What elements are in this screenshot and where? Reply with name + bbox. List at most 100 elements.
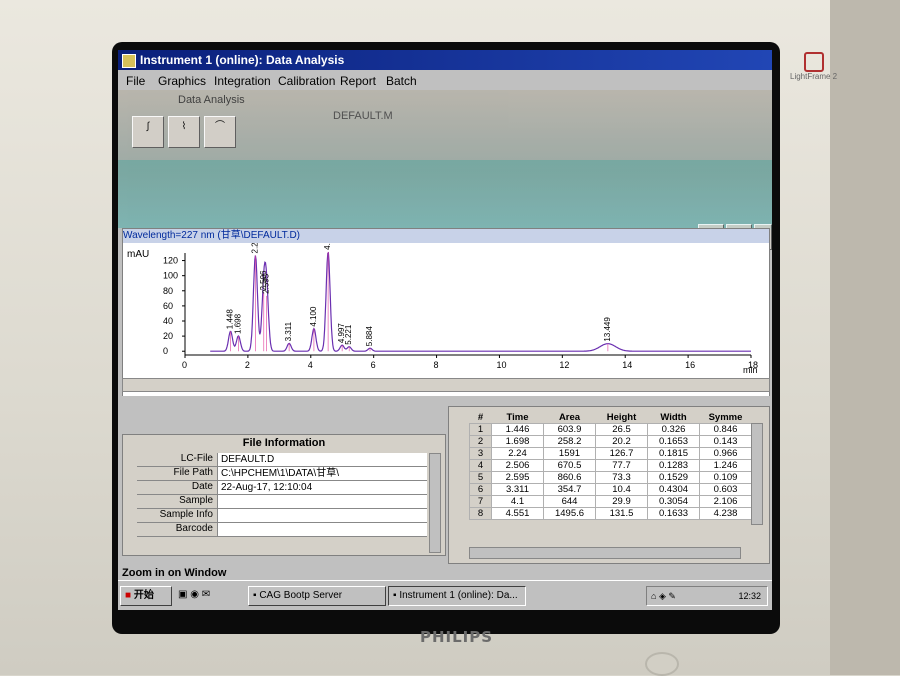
peak-table-row[interactable]: 5 2.595 860.6 73.3 0.1529 0.109 bbox=[469, 471, 752, 484]
menu-graphics[interactable]: Graphics bbox=[158, 74, 206, 88]
system-tray: ⌂ ◈ ✎ 12:32 bbox=[646, 586, 768, 606]
file-info-value[interactable] bbox=[217, 509, 427, 522]
peak-table-cell: 670.5 bbox=[543, 459, 596, 472]
peak-table-row[interactable]: 7 4.1 644 29.9 0.3054 2.106 bbox=[469, 495, 752, 508]
peak-table-panel: # Time Area Height Width Symme 1 1.446 603.9 26.… bbox=[448, 406, 770, 564]
peak-label: 2.240 bbox=[250, 243, 259, 253]
peak-table-cell: 1591 bbox=[543, 447, 596, 460]
power-button[interactable] bbox=[645, 652, 679, 676]
file-info-key: Sample Info bbox=[159, 509, 213, 520]
peak-table-cell: 4.551 bbox=[491, 507, 544, 520]
peak-table-row[interactable]: 8 4.551 1495.6 131.5 0.1633 4.238 bbox=[469, 507, 752, 520]
peak-table-row[interactable]: 4 2.506 670.5 77.7 0.1283 1.246 bbox=[469, 459, 752, 472]
peak-table-hscrollbar[interactable] bbox=[469, 547, 741, 559]
peak-table-cell: 4 bbox=[469, 459, 492, 472]
file-info-row: Sample Info bbox=[137, 509, 427, 523]
peak-table-cell: 0.143 bbox=[699, 435, 752, 448]
desktop-icon[interactable]: ▣ bbox=[178, 589, 187, 600]
y-axis-label: mAU bbox=[127, 249, 149, 260]
peak-table-cell: 0.1815 bbox=[647, 447, 700, 460]
status-text: Zoom in on Window bbox=[122, 567, 227, 579]
peak-table: # Time Area Height Width Symme 1 1.446 603.9 26.… bbox=[469, 411, 752, 520]
file-info-value[interactable]: C:\HPCHEM\1\DATA\甘草\ bbox=[217, 467, 427, 480]
peak-table-cell: 7 bbox=[469, 495, 492, 508]
peak-table-cell: 354.7 bbox=[543, 483, 596, 496]
peak-table-cell: 0.966 bbox=[699, 447, 752, 460]
peak-table-vscrollbar[interactable] bbox=[751, 423, 763, 525]
file-info-value[interactable]: DEFAULT.D bbox=[217, 453, 427, 466]
task-icon: ▪ bbox=[253, 590, 257, 601]
y-tick-label: 0 bbox=[163, 346, 168, 356]
file-info-value[interactable]: 22-Aug-17, 12:10:04 bbox=[217, 481, 427, 494]
peak-table-row[interactable]: 6 3.311 354.7 10.4 0.4304 0.603 bbox=[469, 483, 752, 496]
x-tick-label: 6 bbox=[371, 360, 376, 370]
window-title: Instrument 1 (online): Data Analysis bbox=[140, 53, 345, 67]
file-info-scrollbar[interactable] bbox=[429, 453, 441, 553]
peak-table-cell: 0.3054 bbox=[647, 495, 700, 508]
peak-table-cell: 258.2 bbox=[543, 435, 596, 448]
task-instrument[interactable]: ▪ Instrument 1 (online): Da... bbox=[388, 586, 526, 606]
peak-table-cell: 0.1529 bbox=[647, 471, 700, 484]
chart-horizontal-scrollbar[interactable] bbox=[122, 378, 770, 392]
file-info-value[interactable] bbox=[217, 495, 427, 508]
method-selector[interactable]: DEFAULT.M bbox=[333, 110, 393, 122]
tray-network-icon[interactable]: ⌂ bbox=[651, 591, 656, 601]
peak-table-cell: 1 bbox=[469, 423, 492, 436]
peak-table-cell: 0.109 bbox=[699, 471, 752, 484]
browser-icon[interactable]: ◉ bbox=[190, 589, 199, 600]
menu-file[interactable]: File bbox=[126, 74, 145, 88]
peak-table-cell: 3.311 bbox=[491, 483, 544, 496]
outlook-icon[interactable]: ✉ bbox=[202, 589, 210, 600]
app-icon bbox=[122, 54, 136, 68]
peak-table-cell: 1.698 bbox=[491, 435, 544, 448]
peak-label: 5.884 bbox=[365, 326, 374, 347]
y-tick-label: 80 bbox=[163, 286, 173, 296]
tray-input-icon[interactable]: ✎ bbox=[668, 591, 676, 601]
menu-integration[interactable]: Integration bbox=[214, 74, 271, 88]
file-info-value[interactable] bbox=[217, 523, 427, 536]
x-tick-label: 4 bbox=[308, 360, 313, 370]
integration-icon[interactable]: ⌇ bbox=[168, 116, 200, 148]
peak-table-header[interactable]: Time bbox=[492, 411, 544, 424]
peak-table-header[interactable]: Area bbox=[544, 411, 596, 424]
file-info-key: LC-File bbox=[180, 453, 213, 464]
peak-table-row[interactable]: 1 1.446 603.9 26.5 0.326 0.846 bbox=[469, 423, 752, 436]
peak-table-header[interactable]: # bbox=[470, 411, 492, 424]
chromatogram-panel[interactable]: Wavelength=227 nm (甘草\DEFAULT.D) mAU min… bbox=[122, 228, 770, 398]
peak-table-cell: 77.7 bbox=[595, 459, 648, 472]
peak-table-cell: 860.6 bbox=[543, 471, 596, 484]
y-tick-label: 120 bbox=[163, 256, 178, 266]
peak-table-cell: 4.1 bbox=[491, 495, 544, 508]
task-cag-bootp[interactable]: ▪ CAG Bootp Server bbox=[248, 586, 386, 606]
window-titlebar[interactable]: Instrument 1 (online): Data Analysis bbox=[118, 50, 772, 70]
calibration-icon[interactable]: ⌒ bbox=[204, 116, 236, 148]
file-info-row: Barcode bbox=[137, 523, 427, 537]
menu-batch[interactable]: Batch bbox=[386, 74, 417, 88]
peak-table-cell: 10.4 bbox=[595, 483, 648, 496]
task-icon: ▪ bbox=[393, 590, 397, 601]
peak-table-cell: 26.5 bbox=[595, 423, 648, 436]
peak-table-cell: 6 bbox=[469, 483, 492, 496]
view-selector[interactable]: Data Analysis bbox=[178, 94, 245, 106]
peak-table-row[interactable]: 2 1.698 258.2 20.2 0.1653 0.143 bbox=[469, 435, 752, 448]
peak-table-header[interactable]: Width bbox=[648, 411, 700, 424]
peak-table-header[interactable]: Height bbox=[596, 411, 648, 424]
chromatogram-icon[interactable]: ∫ bbox=[132, 116, 164, 148]
peak-table-header[interactable]: Symme bbox=[700, 411, 752, 424]
peak-table-cell: 0.326 bbox=[647, 423, 700, 436]
start-button[interactable]: ■ 开始 bbox=[120, 586, 172, 606]
peak-table-cell: 603.9 bbox=[543, 423, 596, 436]
menu-calibration[interactable]: Calibration bbox=[278, 74, 335, 88]
peak-table-row[interactable]: 3 2.24 1591 126.7 0.1815 0.966 bbox=[469, 447, 752, 460]
menu-report[interactable]: Report bbox=[340, 74, 376, 88]
file-info-row: File Path C:\HPCHEM\1\DATA\甘草\ bbox=[137, 467, 427, 481]
tray-antivirus-icon[interactable]: ◈ bbox=[659, 591, 666, 601]
peak-table-cell: 2.595 bbox=[491, 471, 544, 484]
x-tick-label: 10 bbox=[496, 360, 506, 370]
peak-label: 2.595 bbox=[262, 273, 271, 294]
peak-table-cell: 1.446 bbox=[491, 423, 544, 436]
peak-table-cell: 0.1653 bbox=[647, 435, 700, 448]
peak-table-cell: 2.106 bbox=[699, 495, 752, 508]
task-label: CAG Bootp Server bbox=[259, 590, 343, 601]
chromatogram-header: Wavelength=227 nm (甘草\DEFAULT.D) bbox=[123, 229, 769, 243]
